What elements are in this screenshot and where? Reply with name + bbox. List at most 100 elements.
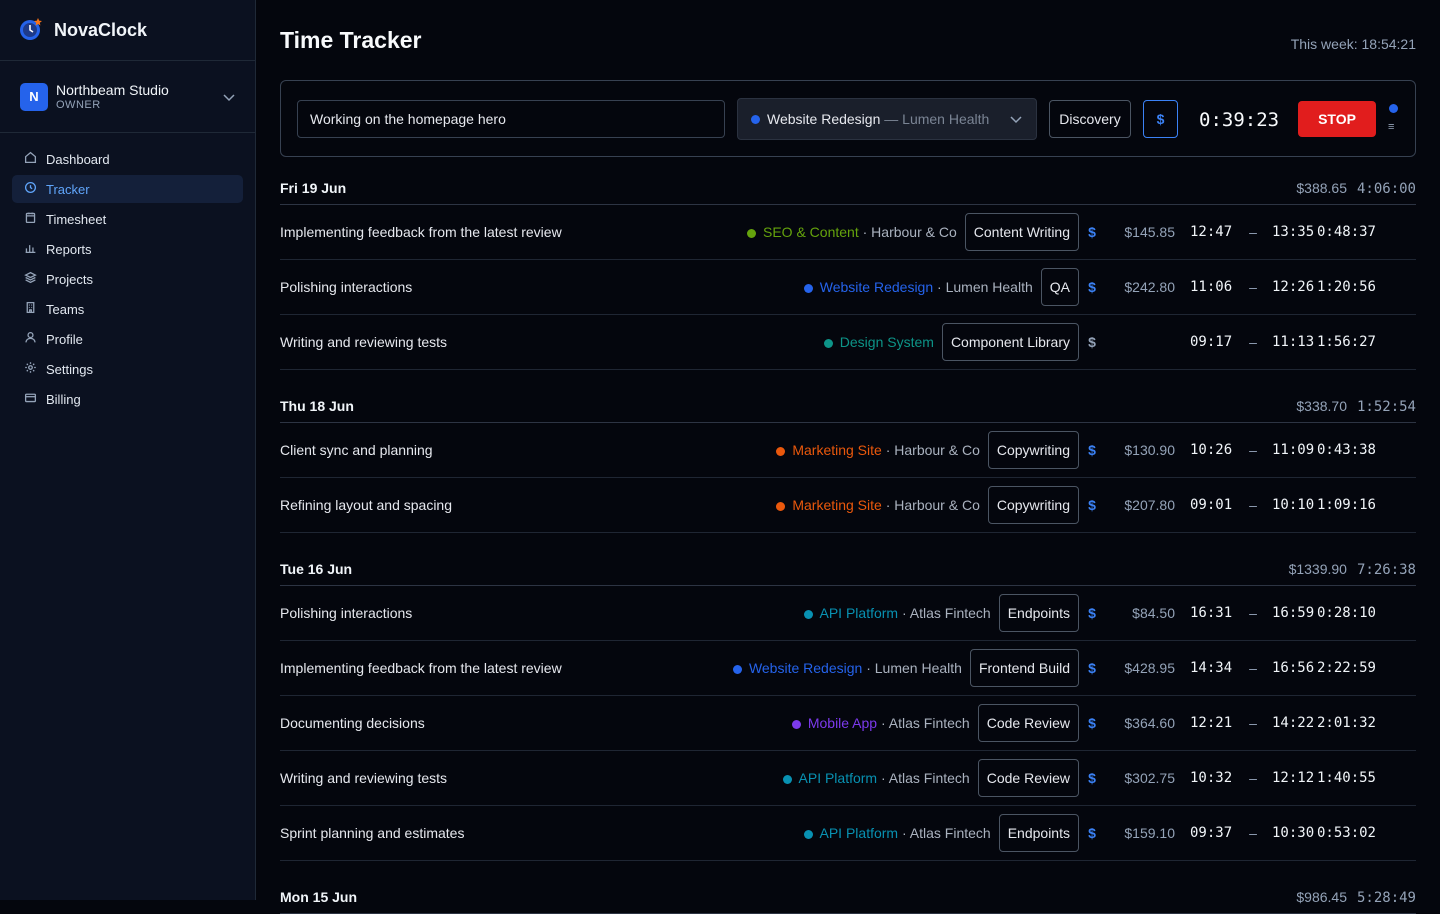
time-entry-row[interactable]: Writing and reviewing tests API Platform … — [280, 751, 1416, 806]
billable-toggle[interactable]: $ — [1085, 605, 1099, 621]
entry-tag[interactable]: Copywriting — [987, 431, 1079, 469]
entry-description[interactable]: Polishing interactions — [280, 279, 804, 295]
entry-start[interactable]: 14:34 — [1190, 660, 1234, 676]
entry-tag[interactable]: QA — [1040, 268, 1079, 306]
entry-description[interactable]: Writing and reviewing tests — [280, 334, 824, 350]
entry-start[interactable]: 11:06 — [1190, 279, 1234, 295]
stop-button[interactable]: STOP — [1298, 101, 1376, 137]
entry-project[interactable]: API Platform · Atlas Fintech — [803, 825, 991, 841]
entry-duration[interactable]: 2:22:59 — [1316, 660, 1416, 676]
entry-start[interactable]: 12:21 — [1190, 715, 1234, 731]
entry-duration[interactable]: 0:43:38 — [1316, 442, 1416, 458]
brand[interactable]: NovaClock — [0, 0, 255, 61]
entry-project[interactable]: Design System — [823, 334, 934, 350]
entry-duration[interactable]: 1:40:55 — [1316, 770, 1416, 786]
timer-mode-icon[interactable] — [1389, 104, 1398, 113]
time-entry-row[interactable]: Implementing feedback from the latest re… — [280, 641, 1416, 696]
entry-description[interactable]: Refining layout and spacing — [280, 497, 776, 513]
entry-end[interactable]: 11:09 — [1272, 442, 1316, 458]
time-entry-row[interactable]: Refining layout and spacing Marketing Sit… — [280, 478, 1416, 533]
entry-start[interactable]: 09:01 — [1190, 497, 1234, 513]
entry-end[interactable]: 12:12 — [1272, 770, 1316, 786]
sidebar-item-teams[interactable]: Teams — [12, 295, 243, 323]
sidebar-item-profile[interactable]: Profile — [12, 325, 243, 353]
day-label: Fri 19 Jun — [280, 180, 347, 196]
entry-tag[interactable]: Content Writing — [964, 213, 1079, 251]
entry-project[interactable]: Marketing Site · Harbour & Co — [776, 442, 980, 458]
entry-end[interactable]: 16:56 — [1272, 660, 1316, 676]
sidebar-item-settings[interactable]: Settings — [12, 355, 243, 383]
entry-duration[interactable]: 1:09:16 — [1316, 497, 1416, 513]
entry-description[interactable]: Implementing feedback from the latest re… — [280, 224, 747, 240]
sidebar-item-timesheet[interactable]: Timesheet — [12, 205, 243, 233]
time-entry-row[interactable]: Polishing interactions API Platform · Atl… — [280, 586, 1416, 641]
project-select[interactable]: Website Redesign — Lumen Health — [737, 98, 1037, 140]
entry-tag[interactable]: Code Review — [977, 759, 1079, 797]
entry-description[interactable]: Writing and reviewing tests — [280, 770, 783, 786]
entry-project[interactable]: API Platform · Atlas Fintech — [782, 770, 970, 786]
entry-tag[interactable]: Copywriting — [987, 486, 1079, 524]
entry-end[interactable]: 11:13 — [1272, 334, 1316, 350]
entry-duration[interactable]: 1:56:27 — [1316, 334, 1416, 350]
entry-end[interactable]: 13:35 — [1272, 224, 1316, 240]
entry-start[interactable]: 09:37 — [1190, 825, 1234, 841]
entry-tag[interactable]: Endpoints — [998, 594, 1079, 632]
entry-end[interactable]: 10:30 — [1272, 825, 1316, 841]
tag-button[interactable]: Discovery — [1049, 100, 1131, 138]
entry-tag[interactable]: Frontend Build — [969, 649, 1079, 687]
entry-project[interactable]: API Platform · Atlas Fintech — [803, 605, 991, 621]
sidebar-item-billing[interactable]: Billing — [12, 385, 243, 413]
time-entry-row[interactable]: Writing and reviewing tests Design System… — [280, 315, 1416, 370]
billable-toggle[interactable]: $ — [1143, 100, 1178, 138]
sidebar-item-reports[interactable]: Reports — [12, 235, 243, 263]
entry-end[interactable]: 10:10 — [1272, 497, 1316, 513]
entry-duration[interactable]: 1:20:56 — [1316, 279, 1416, 295]
entry-description[interactable]: Polishing interactions — [280, 605, 804, 621]
entry-start[interactable]: 16:31 — [1190, 605, 1234, 621]
entry-project[interactable]: Marketing Site · Harbour & Co — [776, 497, 980, 513]
entry-project-name: Marketing Site — [792, 497, 882, 513]
entry-project[interactable]: SEO & Content · Harbour & Co — [747, 224, 957, 240]
entry-tag[interactable]: Endpoints — [998, 814, 1079, 852]
time-entry-row[interactable]: Client sync and planning Marketing Site ·… — [280, 423, 1416, 478]
sidebar-item-projects[interactable]: Projects — [12, 265, 243, 293]
sidebar-item-dashboard[interactable]: Dashboard — [12, 145, 243, 173]
entry-project[interactable]: Mobile App · Atlas Fintech — [791, 715, 970, 731]
billable-toggle[interactable]: $ — [1085, 334, 1099, 350]
billable-toggle[interactable]: $ — [1085, 442, 1099, 458]
org-switcher[interactable]: N Northbeam Studio OWNER — [0, 61, 255, 133]
entry-duration[interactable]: 2:01:32 — [1316, 715, 1416, 731]
entry-description[interactable]: Implementing feedback from the latest re… — [280, 660, 733, 676]
entry-project[interactable]: Website Redesign · Lumen Health — [732, 660, 962, 676]
entry-tag[interactable]: Code Review — [977, 704, 1079, 742]
time-entry-row[interactable]: Polishing interactions Website Redesign ·… — [280, 260, 1416, 315]
billable-toggle[interactable]: $ — [1085, 660, 1099, 676]
sidebar-item-tracker[interactable]: Tracker — [12, 175, 243, 203]
entry-description[interactable]: Client sync and planning — [280, 442, 776, 458]
entry-end[interactable]: 14:22 — [1272, 715, 1316, 731]
billable-toggle[interactable]: $ — [1085, 224, 1099, 240]
entry-end[interactable]: 12:26 — [1272, 279, 1316, 295]
entry-start[interactable]: 09:17 — [1190, 334, 1234, 350]
billable-toggle[interactable]: $ — [1085, 715, 1099, 731]
billable-toggle[interactable]: $ — [1085, 279, 1099, 295]
billable-toggle[interactable]: $ — [1085, 770, 1099, 786]
description-input[interactable] — [297, 100, 725, 138]
billable-toggle[interactable]: $ — [1085, 497, 1099, 513]
entry-start[interactable]: 10:26 — [1190, 442, 1234, 458]
entry-description[interactable]: Sprint planning and estimates — [280, 825, 804, 841]
entry-duration[interactable]: 0:48:37 — [1316, 224, 1416, 240]
entry-start[interactable]: 10:32 — [1190, 770, 1234, 786]
billable-toggle[interactable]: $ — [1085, 825, 1099, 841]
entry-end[interactable]: 16:59 — [1272, 605, 1316, 621]
entry-duration[interactable]: 0:28:10 — [1316, 605, 1416, 621]
entry-start[interactable]: 12:47 — [1190, 224, 1234, 240]
entry-tag[interactable]: Component Library — [941, 323, 1079, 361]
manual-mode-icon[interactable]: ≡ — [1388, 121, 1394, 133]
time-entry-row[interactable]: Sprint planning and estimates API Platfor… — [280, 806, 1416, 861]
entry-description[interactable]: Documenting decisions — [280, 715, 792, 731]
entry-duration[interactable]: 0:53:02 — [1316, 825, 1416, 841]
time-entry-row[interactable]: Implementing feedback from the latest re… — [280, 205, 1416, 260]
time-entry-row[interactable]: Documenting decisions Mobile App · Atlas … — [280, 696, 1416, 751]
entry-project[interactable]: Website Redesign · Lumen Health — [803, 279, 1033, 295]
